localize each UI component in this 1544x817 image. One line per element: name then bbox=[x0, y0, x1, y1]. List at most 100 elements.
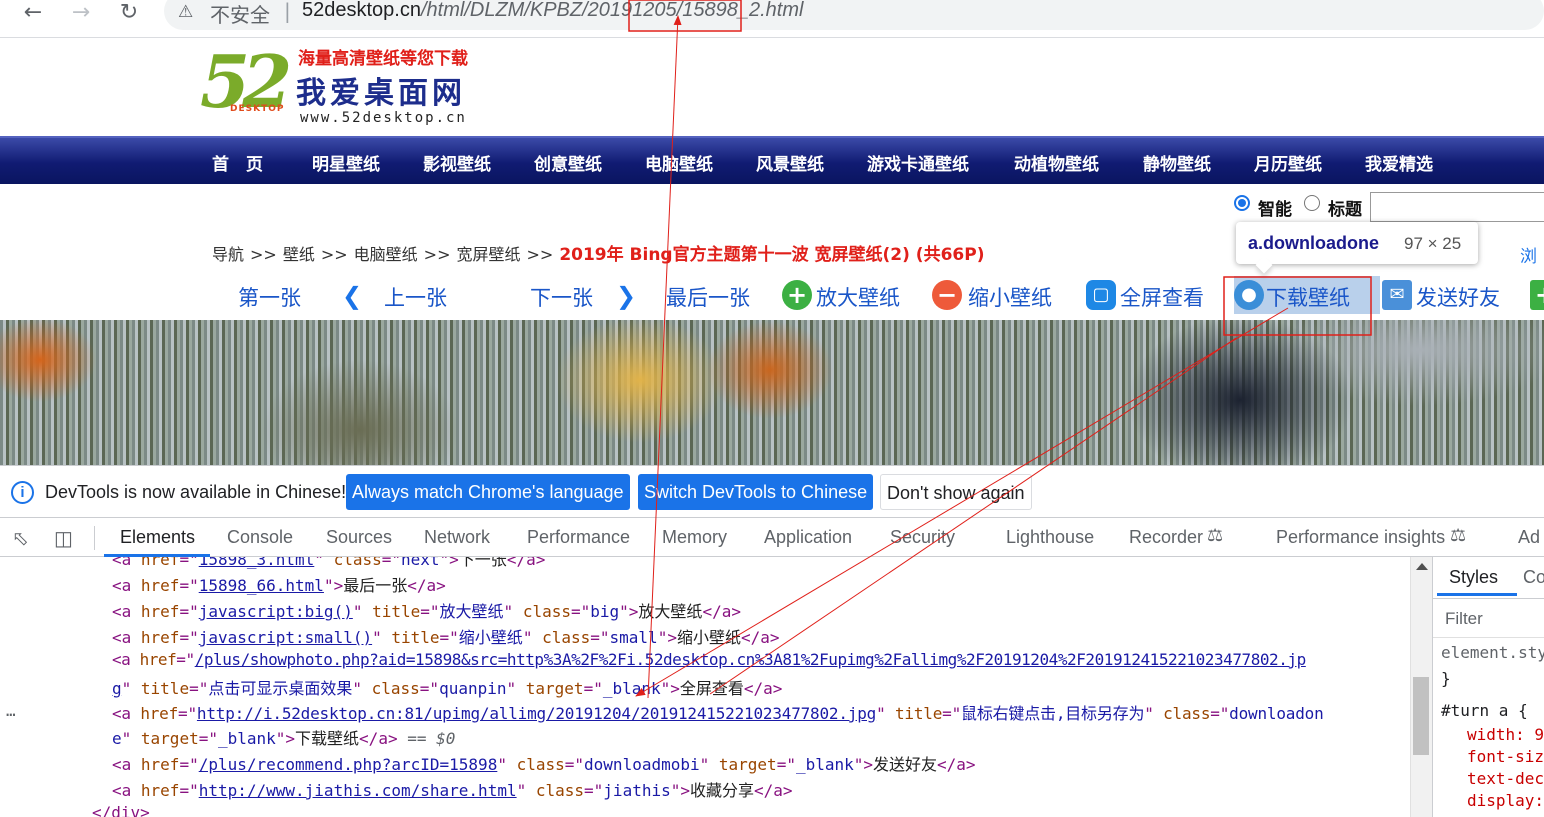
chevron-left-icon[interactable]: ❮ bbox=[342, 282, 362, 310]
logo-desktop-text: DESKTOP bbox=[230, 104, 285, 114]
code-line[interactable]: <a href="javascript:big()" title="放大壁纸" … bbox=[0, 595, 1410, 621]
tab-lighthouse[interactable]: Lighthouse bbox=[1006, 527, 1094, 548]
nav-item-movies[interactable]: 影视壁纸 bbox=[423, 150, 491, 175]
nav-item-stars[interactable]: 明星壁纸 bbox=[312, 150, 380, 175]
style-rule-close: } bbox=[1441, 669, 1451, 688]
code-line[interactable]: <a href="http://www.jiathis.com/share.ht… bbox=[0, 774, 1410, 800]
minus-icon: − bbox=[932, 280, 962, 310]
breadcrumb: 导航 >> 壁纸 >> 电脑壁纸 >> 宽屏壁纸 >> 2019年 Bing官方主题第十一波 宽… bbox=[212, 240, 984, 265]
forward-arrow-icon[interactable]: → bbox=[66, 0, 96, 25]
wallpaper-toolbar: 第一张 ❮ 上一张 下一张 ❯ 最后一张 + 放大壁纸 − 缩小壁纸 ▢ 全屏查… bbox=[0, 276, 1544, 320]
infobar-message: DevTools is now available in Chinese! bbox=[45, 482, 347, 502]
reload-icon[interactable]: ↻ bbox=[114, 0, 144, 25]
address-bar[interactable]: ⚠ 不安全 | 52desktop.cn/html/DLZM/KPBZ/2019… bbox=[164, 0, 1544, 30]
breadcrumb-item[interactable]: 电脑壁纸 bbox=[354, 245, 418, 264]
nav-item-home[interactable]: 首 页 bbox=[212, 150, 263, 175]
styles-filter-input[interactable]: Filter bbox=[1445, 609, 1483, 629]
tab-application[interactable]: Application bbox=[764, 527, 852, 548]
flask-icon: ⚖ bbox=[1207, 525, 1224, 545]
radio-title[interactable] bbox=[1304, 195, 1320, 211]
code-line[interactable]: <a href="/plus/recommend.php?arcID=15898… bbox=[0, 748, 1410, 774]
envelope-icon: ✉ bbox=[1382, 280, 1412, 310]
nav-item-games[interactable]: 游戏卡通壁纸 bbox=[867, 150, 969, 175]
radio-title-label: 标题 bbox=[1328, 200, 1362, 220]
prev-image-link[interactable]: 上一张 bbox=[384, 282, 447, 312]
elements-panel[interactable]: … <a href="15898_3.html" class="next">下一… bbox=[0, 557, 1432, 817]
code-line[interactable]: <a href="15898_3.html" class="next">下一张<… bbox=[0, 557, 1410, 569]
breadcrumb-item[interactable]: 宽屏壁纸 bbox=[456, 245, 520, 264]
url-text[interactable]: 52desktop.cn/html/DLZM/KPBZ/20191205/158… bbox=[302, 0, 803, 22]
device-toolbar-icon[interactable]: ◫ bbox=[54, 526, 73, 551]
radio-smart-label: 智能 bbox=[1258, 200, 1292, 220]
first-image-link[interactable]: 第一张 bbox=[238, 282, 301, 312]
nav-item-scenery[interactable]: 风景壁纸 bbox=[756, 150, 824, 175]
tab-sources[interactable]: Sources bbox=[326, 527, 392, 548]
url-host: 52desktop.cn bbox=[302, 0, 421, 21]
nav-item-creative[interactable]: 创意壁纸 bbox=[534, 150, 602, 175]
logo-site-name: 我爱桌面网 bbox=[296, 76, 466, 111]
code-line[interactable]: </div> bbox=[0, 800, 1410, 817]
wallpaper-image[interactable] bbox=[0, 320, 1544, 465]
active-subtab-indicator bbox=[1437, 593, 1517, 596]
fullscreen-link[interactable]: 全屏查看 bbox=[1120, 282, 1204, 312]
inspect-element-icon[interactable]: ⬁ bbox=[12, 526, 29, 551]
site-logo[interactable]: 52 DESKTOP 海量高清壁纸等您下载 我爱桌面网 www.52deskto… bbox=[200, 40, 500, 132]
scroll-thumb[interactable] bbox=[1413, 677, 1429, 755]
elements-scrollbar[interactable] bbox=[1410, 557, 1432, 817]
back-arrow-icon[interactable]: ← bbox=[18, 0, 48, 25]
radio-smart[interactable] bbox=[1234, 195, 1250, 211]
style-property[interactable]: display: bbox=[1467, 791, 1544, 810]
tab-styles[interactable]: Styles bbox=[1449, 567, 1498, 588]
tab-performance[interactable]: Performance bbox=[527, 527, 630, 548]
code-line[interactable]: g" title="点击可显示桌面效果" class="quanpin" tar… bbox=[0, 672, 1410, 698]
style-property[interactable]: text-dec bbox=[1467, 769, 1544, 788]
tab-console[interactable]: Console bbox=[227, 527, 293, 548]
code-line[interactable]: <a href="javascript:small()" title="缩小壁纸… bbox=[0, 621, 1410, 647]
tab-memory[interactable]: Memory bbox=[662, 527, 727, 548]
nav-item-still-life[interactable]: 静物壁纸 bbox=[1143, 150, 1211, 175]
scroll-up-arrow-icon[interactable] bbox=[1416, 563, 1428, 570]
browse-link-fragment[interactable]: 浏 bbox=[1520, 242, 1537, 267]
download-wallpaper-link[interactable]: 下载壁纸 bbox=[1266, 282, 1350, 312]
site-header: 52 DESKTOP 海量高清壁纸等您下载 我爱桌面网 www.52deskto… bbox=[0, 38, 1544, 136]
fullscreen-icon: ▢ bbox=[1086, 280, 1116, 310]
insecure-label[interactable]: 不安全 bbox=[210, 0, 270, 28]
logo-domain: www.52desktop.cn bbox=[300, 110, 467, 126]
code-line-selected[interactable]: <a href="http://i.52desktop.cn:81/upimg/… bbox=[0, 697, 1410, 723]
tab-elements[interactable]: Elements bbox=[120, 527, 195, 548]
code-line[interactable]: <a href="15898_66.html">最后一张</a> bbox=[0, 569, 1410, 595]
search-input[interactable] bbox=[1370, 192, 1544, 222]
tab-computed[interactable]: Co bbox=[1523, 567, 1544, 588]
tab-network[interactable]: Network bbox=[424, 527, 490, 548]
last-image-link[interactable]: 最后一张 bbox=[666, 282, 750, 312]
breadcrumb-sep: >> bbox=[320, 245, 348, 264]
nav-item-picks[interactable]: 我爱精选 bbox=[1365, 150, 1433, 175]
code-line[interactable]: <a href="/plus/showphoto.php?aid=15898&s… bbox=[0, 647, 1410, 673]
tab-security[interactable]: Security bbox=[890, 527, 955, 548]
plus-icon: + bbox=[782, 280, 812, 310]
breadcrumb-item[interactable]: 导航 bbox=[212, 245, 244, 264]
chevron-right-icon[interactable]: ❯ bbox=[616, 282, 636, 310]
breadcrumb-sep: >> bbox=[423, 245, 451, 264]
dont-show-again-button[interactable]: Don't show again bbox=[880, 474, 1032, 510]
style-property[interactable]: font-siz bbox=[1467, 747, 1544, 766]
nav-item-calendar[interactable]: 月历壁纸 bbox=[1254, 150, 1322, 175]
tab-recorder[interactable]: Recorder bbox=[1129, 527, 1203, 548]
share-icon[interactable]: + bbox=[1530, 280, 1544, 310]
zoom-out-link[interactable]: 缩小壁纸 bbox=[968, 282, 1052, 312]
tab-performance-insights[interactable]: Performance insights bbox=[1276, 527, 1445, 548]
nav-item-animals[interactable]: 动植物壁纸 bbox=[1014, 150, 1099, 175]
always-match-language-button[interactable]: Always match Chrome's language bbox=[346, 474, 630, 510]
send-friend-link[interactable]: 发送好友 bbox=[1416, 282, 1500, 312]
breadcrumb-sep: >> bbox=[526, 245, 554, 264]
tab-adblock[interactable]: Ad bbox=[1518, 527, 1540, 548]
next-image-link[interactable]: 下一张 bbox=[530, 282, 593, 312]
switch-to-chinese-button[interactable]: Switch DevTools to Chinese bbox=[638, 474, 874, 510]
styles-divider bbox=[1433, 598, 1544, 599]
warning-icon[interactable]: ⚠ bbox=[178, 2, 193, 22]
style-property[interactable]: width: 9 bbox=[1467, 725, 1544, 744]
nav-item-computer[interactable]: 电脑壁纸 bbox=[645, 150, 713, 175]
code-line-selected[interactable]: e" target="_blank">下载壁纸</a> == $0 bbox=[0, 722, 1410, 748]
zoom-in-link[interactable]: 放大壁纸 bbox=[816, 282, 900, 312]
breadcrumb-item[interactable]: 壁纸 bbox=[283, 245, 315, 264]
